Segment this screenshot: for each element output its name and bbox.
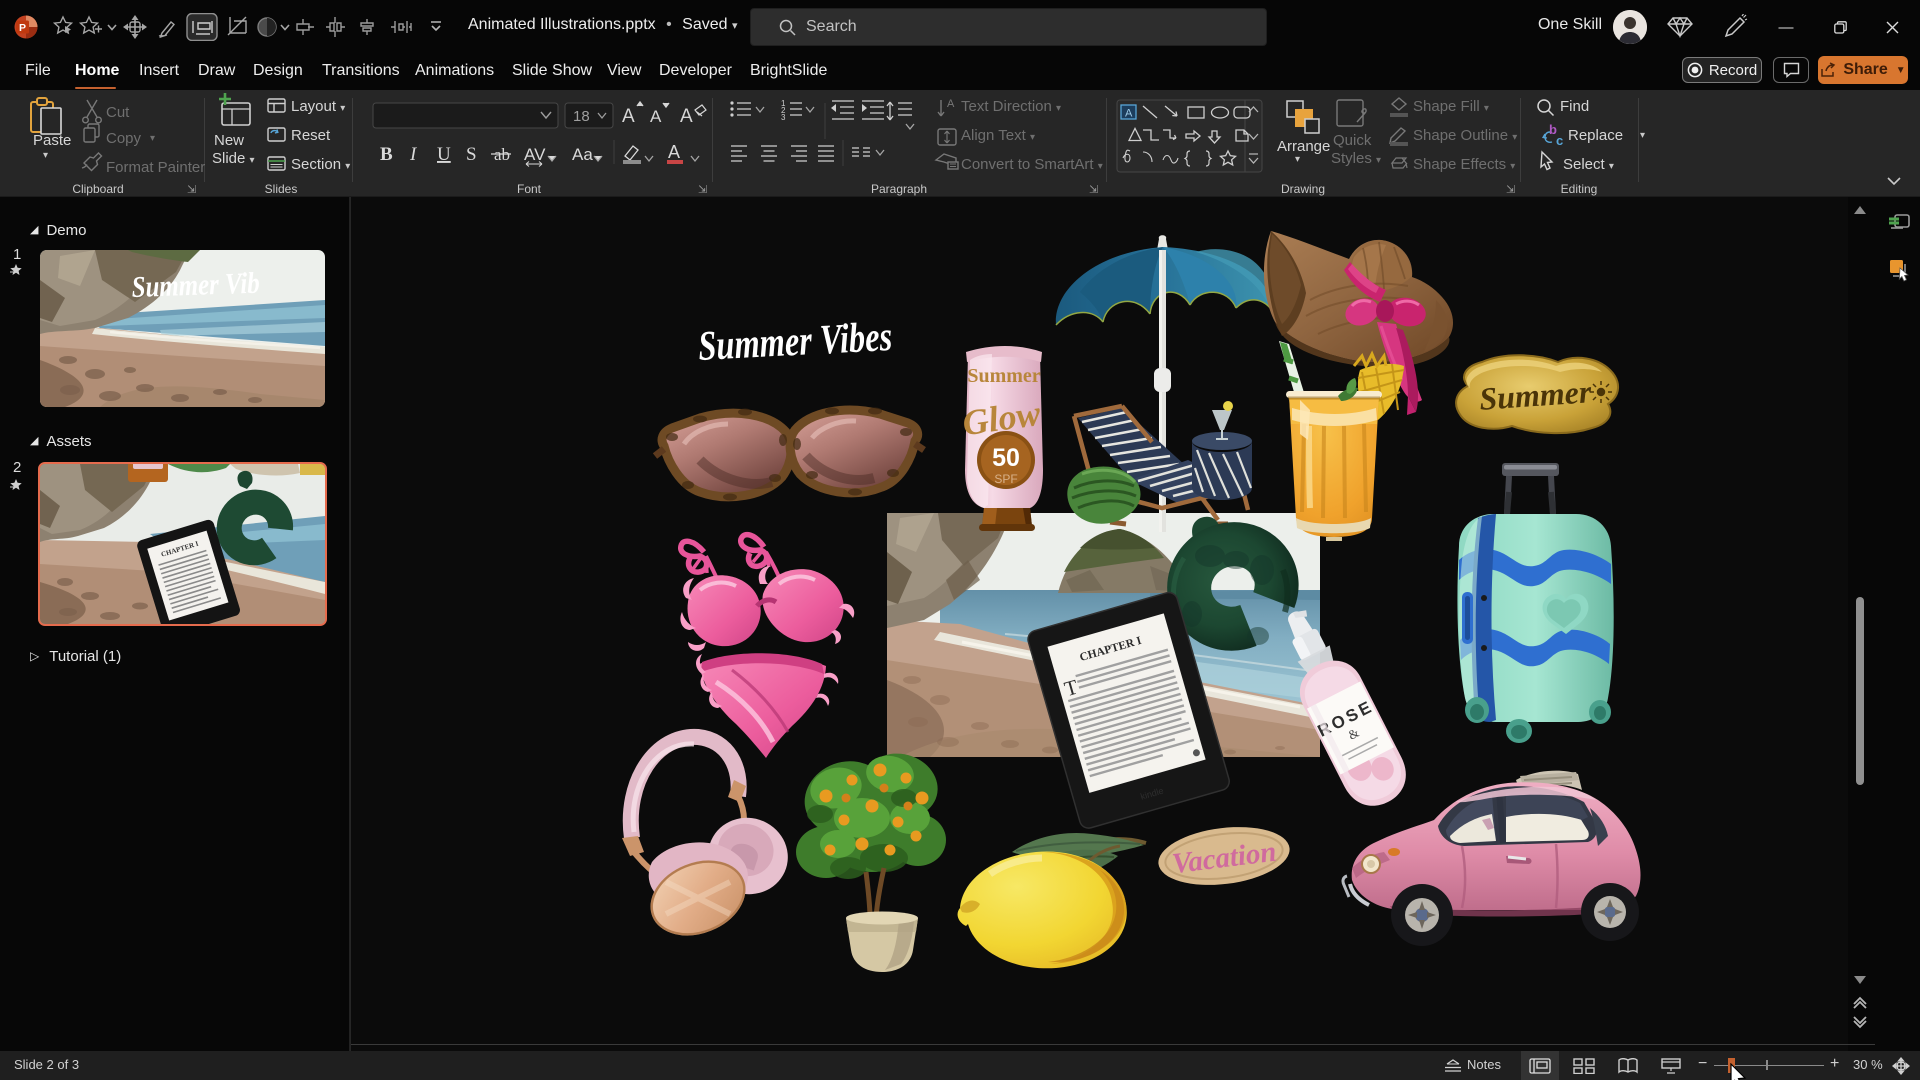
svg-text:U: U [437, 144, 451, 165]
svg-text:AV: AV [524, 145, 546, 164]
svg-text:A: A [947, 98, 955, 110]
svg-text:A: A [1125, 108, 1133, 120]
svg-text:A: A [622, 106, 635, 127]
svg-text:Summer: Summer [967, 365, 1040, 387]
svg-text:B: B [380, 144, 393, 165]
svg-text:P: P [19, 22, 26, 34]
svg-text:18: 18 [573, 108, 590, 125]
svg-text:c: c [1556, 133, 1563, 148]
svg-text:A: A [650, 107, 662, 126]
svg-text:I: I [409, 144, 418, 165]
svg-text:50: 50 [992, 444, 1020, 472]
svg-text:Summer Vib: Summer Vib [131, 267, 260, 304]
svg-text:A: A [668, 142, 680, 162]
svg-text:3: 3 [781, 113, 786, 122]
svg-text:SPF: SPF [994, 472, 1017, 486]
svg-text:Summer Vibes: Summer Vibes [697, 314, 893, 370]
svg-text:S: S [466, 144, 477, 165]
svg-text:A: A [680, 106, 693, 127]
svg-text:Aa: Aa [572, 145, 593, 164]
